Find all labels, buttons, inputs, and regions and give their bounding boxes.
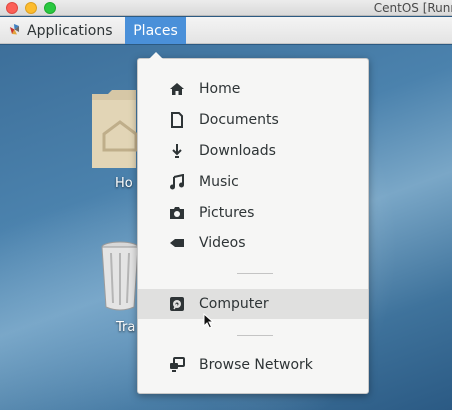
places-item-home[interactable]: Home bbox=[138, 74, 368, 104]
places-item-downloads[interactable]: Downloads bbox=[138, 136, 368, 166]
network-icon bbox=[169, 357, 185, 373]
video-icon bbox=[169, 235, 185, 251]
camera-icon bbox=[169, 205, 185, 221]
mouse-cursor-icon bbox=[203, 312, 215, 333]
document-icon bbox=[169, 112, 185, 128]
places-item-label: Pictures bbox=[199, 205, 255, 221]
home-folder-icon[interactable] bbox=[90, 90, 138, 174]
places-item-label: Documents bbox=[199, 112, 279, 128]
menu-pointer bbox=[149, 52, 163, 59]
places-item-label: Browse Network bbox=[199, 357, 313, 373]
music-icon bbox=[169, 174, 185, 190]
trash-icon[interactable] bbox=[100, 241, 140, 317]
menu-separator bbox=[237, 273, 273, 274]
places-item-videos[interactable]: Videos bbox=[138, 228, 368, 258]
places-item-label: Music bbox=[199, 174, 239, 190]
window-title: CentOS [Runn bbox=[373, 1, 452, 15]
places-item-music[interactable]: Music bbox=[138, 167, 368, 197]
window-titlebar: CentOS [Runn bbox=[0, 0, 452, 16]
window-zoom-button[interactable] bbox=[44, 2, 56, 14]
places-item-pictures[interactable]: Pictures bbox=[138, 198, 368, 228]
download-icon bbox=[169, 143, 185, 159]
places-item-label: Downloads bbox=[199, 143, 276, 159]
drive-icon bbox=[169, 296, 185, 312]
places-item-browse-network[interactable]: Browse Network bbox=[138, 350, 368, 380]
window-minimize-button[interactable] bbox=[25, 2, 37, 14]
places-item-label: Home bbox=[199, 81, 241, 97]
menu-separator bbox=[237, 335, 273, 336]
places-item-documents[interactable]: Documents bbox=[138, 105, 368, 135]
home-desktop-label: Ho bbox=[115, 176, 133, 191]
places-item-computer[interactable]: Computer bbox=[138, 289, 368, 319]
places-label: Places bbox=[133, 22, 178, 39]
applications-label: Applications bbox=[27, 22, 113, 39]
places-dropdown-menu: Home Documents Downloads Music Pictures … bbox=[137, 52, 369, 394]
trash-desktop-label: Tra bbox=[116, 320, 136, 335]
window-close-button[interactable] bbox=[6, 2, 18, 14]
applications-menu[interactable]: Applications bbox=[0, 17, 123, 44]
places-menu-button[interactable]: Places bbox=[125, 17, 186, 44]
home-icon bbox=[169, 81, 185, 97]
places-item-label: Videos bbox=[199, 235, 246, 251]
gnome-top-bar: Applications Places bbox=[0, 17, 452, 44]
applications-icon bbox=[8, 21, 21, 40]
